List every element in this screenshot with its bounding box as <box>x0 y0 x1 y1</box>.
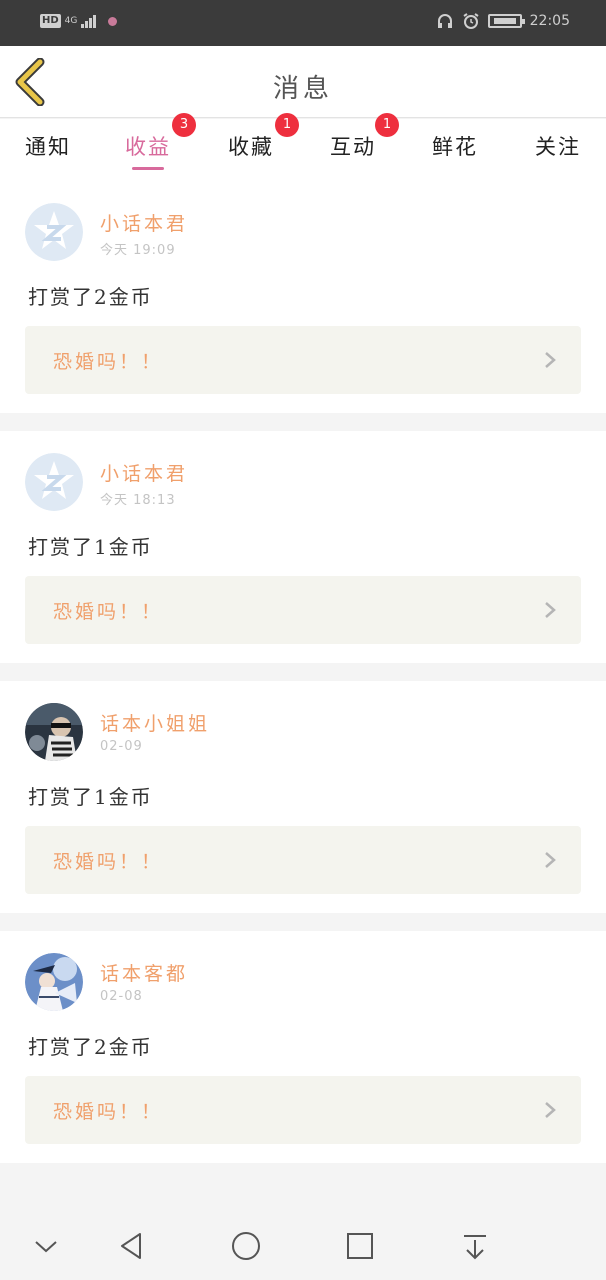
work-link[interactable]: 恐婚吗！！ <box>25 576 581 644</box>
unread-badge: 1 <box>275 113 299 137</box>
square-recents-icon <box>347 1233 373 1259</box>
tab-label: 鲜花 <box>432 135 478 159</box>
tab-label: 关注 <box>535 135 581 159</box>
unread-badge: 1 <box>375 113 399 137</box>
avatar[interactable] <box>25 953 83 1011</box>
tab-earnings[interactable]: 收益 3 <box>108 113 196 181</box>
network-type: 4G <box>64 16 78 26</box>
alarm-icon <box>463 13 479 29</box>
app-header: 消息 <box>0 46 606 118</box>
chevron-down-icon <box>35 1241 57 1253</box>
avatar[interactable] <box>25 703 83 761</box>
sender-name[interactable]: 话本小姐姐 <box>100 709 210 736</box>
work-title: 恐婚吗！！ <box>53 851 164 873</box>
tab-label: 通知 <box>25 135 71 159</box>
message-card: 小话本君 今天 18:13 打赏了1金币 恐婚吗！！ <box>0 431 606 663</box>
page-title: 消息 <box>272 74 333 104</box>
hd-indicator: HD <box>40 14 61 28</box>
chevron-right-icon <box>545 352 556 368</box>
message-text: 打赏了1金币 <box>28 535 153 559</box>
message-text: 打赏了2金币 <box>28 285 153 309</box>
app-notification-icon <box>108 16 118 26</box>
chevron-right-icon <box>545 1102 556 1118</box>
message-card: 小话本君 今天 19:09 打赏了2金币 恐婚吗！！ <box>0 181 606 413</box>
chevron-right-icon <box>545 602 556 618</box>
circle-home-icon <box>232 1232 260 1260</box>
pull-down-icon <box>464 1235 486 1260</box>
tab-notifications[interactable]: 通知 <box>8 119 88 181</box>
work-title: 恐婚吗！！ <box>53 601 164 623</box>
nav-recents-button[interactable] <box>344 1230 376 1262</box>
sender-name[interactable]: 小话本君 <box>100 209 188 236</box>
message-card: 话本客都 02-08 打赏了2金币 恐婚吗！！ <box>0 931 606 1163</box>
headphones-icon <box>437 14 452 28</box>
work-title: 恐婚吗！！ <box>53 1101 164 1123</box>
status-right: 22:05 <box>436 12 570 30</box>
message-text: 打赏了1金币 <box>28 785 153 809</box>
work-link[interactable]: 恐婚吗！！ <box>25 826 581 894</box>
tab-favorites[interactable]: 收藏 1 <box>211 113 299 181</box>
message-time: 02-08 <box>100 989 143 1004</box>
nav-home-button[interactable] <box>230 1230 262 1262</box>
avatar[interactable] <box>25 453 83 511</box>
tab-following[interactable]: 关注 <box>518 119 598 181</box>
message-text: 打赏了2金币 <box>28 1035 153 1059</box>
user-photo-icon <box>25 703 83 761</box>
tab-interactions[interactable]: 互动 1 <box>313 113 399 181</box>
active-tab-indicator <box>132 167 164 170</box>
work-title: 恐婚吗！！ <box>53 351 164 373</box>
system-nav-bar <box>0 1212 606 1280</box>
triangle-back-icon <box>121 1233 141 1259</box>
message-time: 02-09 <box>100 739 143 754</box>
notification-shade-button[interactable] <box>459 1230 491 1262</box>
status-left: HD 4G <box>40 14 118 28</box>
tab-bar: 通知 收益 3 收藏 1 互动 1 鲜花 关注 <box>0 113 606 181</box>
collapse-nav-button[interactable] <box>30 1230 62 1262</box>
signal-icon <box>81 14 97 28</box>
sender-name[interactable]: 话本客都 <box>100 959 188 986</box>
work-link[interactable]: 恐婚吗！！ <box>25 326 581 394</box>
default-avatar-icon <box>25 453 83 511</box>
status-bar: HD 4G 22:05 <box>0 0 606 46</box>
message-card: 话本小姐姐 02-09 打赏了1金币 恐婚吗！！ <box>0 681 606 913</box>
battery-icon <box>487 14 525 28</box>
avatar[interactable] <box>25 203 83 261</box>
chevron-right-icon <box>545 852 556 868</box>
clock: 22:05 <box>529 13 570 29</box>
tab-flowers[interactable]: 鲜花 <box>415 119 495 181</box>
unread-badge: 3 <box>172 113 196 137</box>
message-time: 今天 19:09 <box>100 243 176 258</box>
nav-back-button[interactable] <box>116 1230 148 1262</box>
sender-name[interactable]: 小话本君 <box>100 459 188 486</box>
user-photo-icon <box>25 953 83 1011</box>
default-avatar-icon <box>25 203 83 261</box>
message-time: 今天 18:13 <box>100 493 176 508</box>
work-link[interactable]: 恐婚吗！！ <box>25 1076 581 1144</box>
